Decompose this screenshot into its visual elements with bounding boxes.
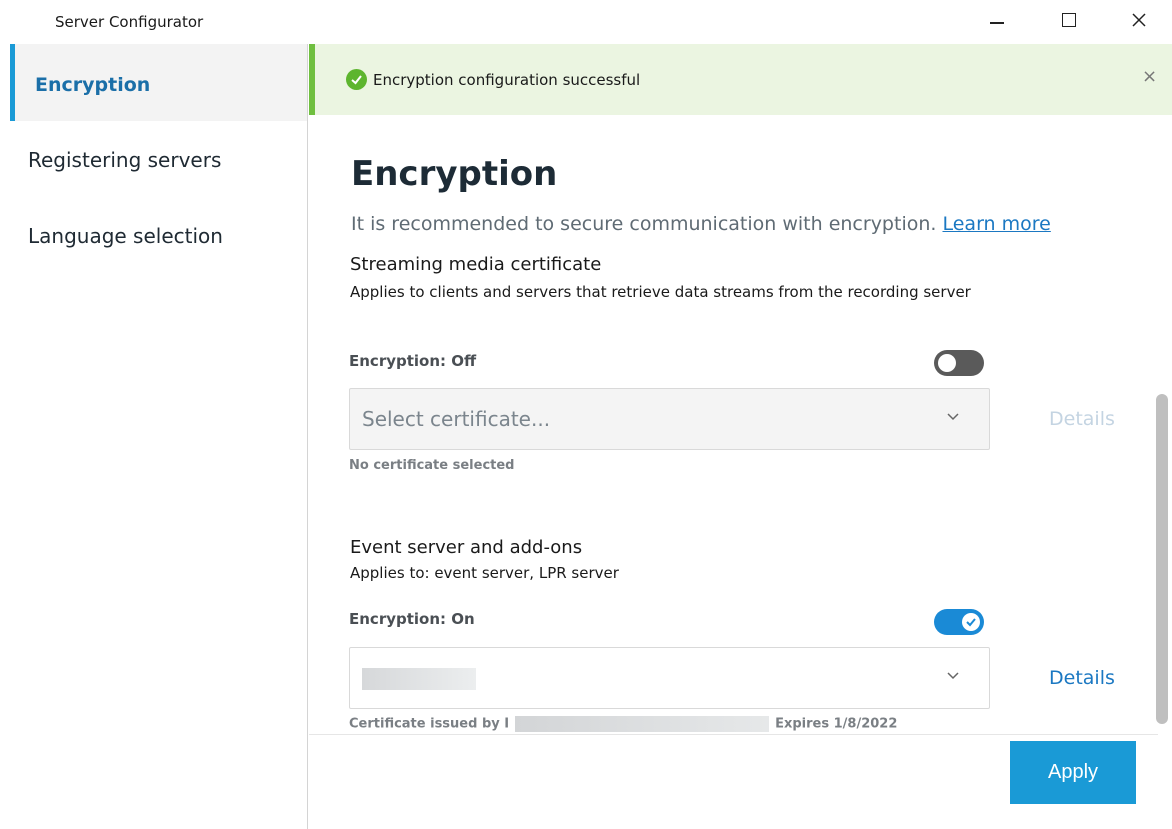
- event-server-encryption-status: Encryption: On: [349, 610, 475, 628]
- event-server-section-title: Event server and add-ons: [350, 537, 583, 558]
- close-icon: [1132, 13, 1146, 27]
- event-server-details-link[interactable]: Details: [1049, 667, 1115, 689]
- toggle-knob: [962, 613, 980, 631]
- window-title: Server Configurator: [55, 13, 204, 31]
- banner-close-icon[interactable]: ×: [1142, 66, 1157, 87]
- banner-message: Encryption configuration successful: [373, 71, 641, 89]
- redacted-certificate-name: [362, 668, 476, 690]
- sidebar: Encryption Registering servers Language …: [0, 44, 308, 829]
- check-icon: [966, 618, 976, 627]
- minimize-icon: [990, 22, 1004, 24]
- maximize-icon: [1062, 13, 1076, 27]
- intro-text: It is recommended to secure communicatio…: [351, 213, 1051, 235]
- footer-divider: [309, 734, 1158, 735]
- hint-prefix: Certificate issued by I: [349, 716, 510, 732]
- chevron-down-icon: [947, 413, 959, 421]
- close-window-button[interactable]: [1116, 0, 1162, 40]
- event-server-encryption-toggle[interactable]: [934, 609, 984, 635]
- apply-button[interactable]: Apply: [1010, 741, 1136, 804]
- sidebar-item-language-selection[interactable]: Language selection: [10, 224, 307, 248]
- select-placeholder: Select certificate...: [362, 407, 551, 431]
- streaming-details-link[interactable]: Details: [1049, 408, 1115, 430]
- title-bar: Server Configurator: [0, 0, 1172, 44]
- maximize-button[interactable]: [1046, 0, 1092, 40]
- sidebar-item-registering-servers[interactable]: Registering servers: [10, 148, 307, 172]
- event-server-section-description: Applies to: event server, LPR server: [350, 564, 619, 582]
- page-title: Encryption: [351, 154, 558, 194]
- toggle-knob: [938, 354, 956, 372]
- streaming-certificate-hint: No certificate selected: [349, 458, 515, 473]
- sidebar-item-encryption[interactable]: Encryption: [10, 44, 307, 121]
- success-banner: Encryption configuration successful ×: [309, 44, 1172, 115]
- learn-more-link[interactable]: Learn more: [942, 213, 1050, 235]
- main-panel: Encryption configuration successful × En…: [309, 44, 1172, 829]
- streaming-section-title: Streaming media certificate: [350, 254, 602, 275]
- checkmark-icon: [346, 69, 367, 90]
- streaming-encryption-status: Encryption: Off: [349, 352, 477, 370]
- hint-suffix: Expires 1/8/2022: [775, 716, 898, 732]
- chevron-down-icon: [947, 672, 959, 680]
- streaming-encryption-toggle[interactable]: [934, 350, 984, 376]
- streaming-section-description: Applies to clients and servers that retr…: [350, 283, 971, 301]
- intro-sentence: It is recommended to secure communicatio…: [351, 213, 937, 235]
- event-server-certificate-select[interactable]: [349, 647, 990, 709]
- event-server-certificate-hint: Certificate issued by I Expires 1/8/2022: [349, 716, 897, 732]
- vertical-scrollbar[interactable]: [1156, 394, 1168, 724]
- streaming-certificate-select[interactable]: Select certificate...: [349, 388, 990, 450]
- redacted-issuer: [515, 716, 770, 732]
- minimize-button[interactable]: [974, 0, 1020, 40]
